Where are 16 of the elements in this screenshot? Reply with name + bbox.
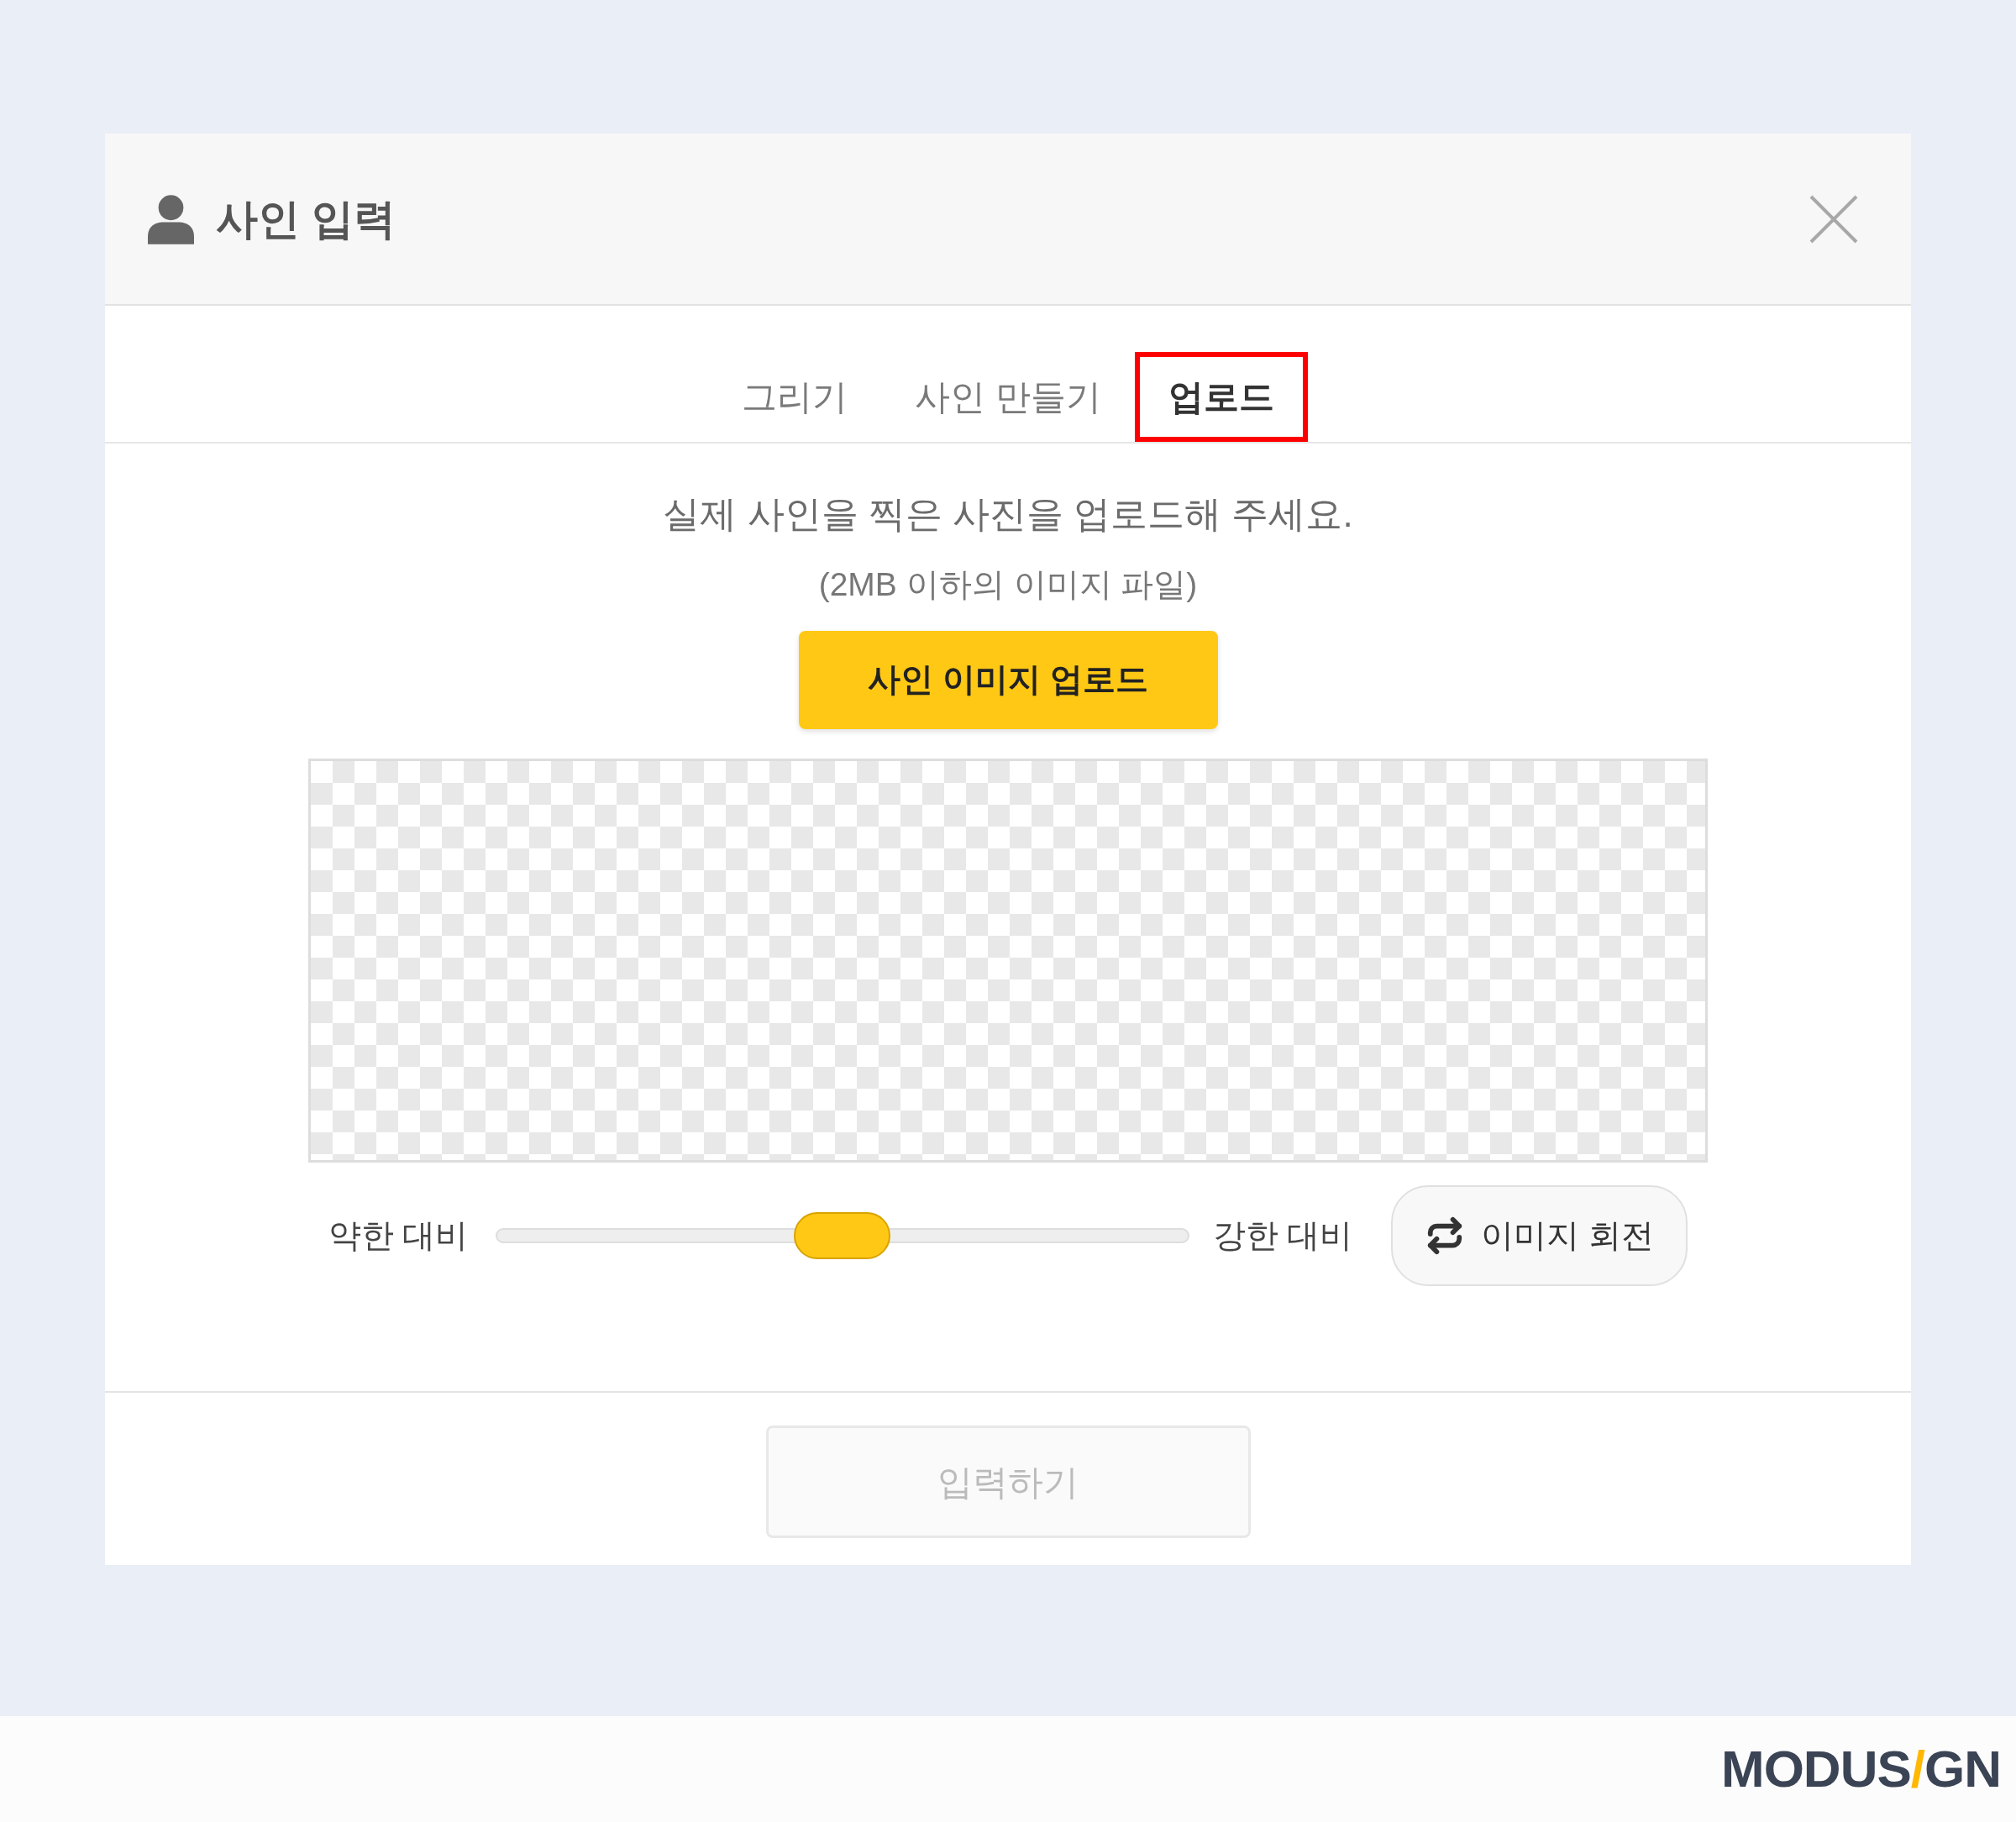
dialog-title: 사인 입력	[216, 194, 396, 244]
tab[interactable]: 사인 만들기	[881, 352, 1135, 442]
upload-instruction: 실제 사인을 찍은 사진을 업로드해 주세요.	[663, 492, 1353, 536]
weak-contrast-label: 약한 대비	[328, 1216, 469, 1255]
brand-logo: MODUS/GN	[1721, 1740, 2001, 1798]
tab[interactable]: 업로드	[1134, 352, 1308, 442]
upload-image-button[interactable]: 사인 이미지 업로드	[798, 631, 1218, 729]
person-icon	[148, 193, 194, 244]
strong-contrast-label: 강한 대비	[1212, 1216, 1353, 1255]
file-size-note: (2MB 이하의 이미지 파일)	[818, 565, 1198, 604]
rotate-image-button[interactable]: 이미지 회전	[1391, 1185, 1688, 1286]
contrast-slider[interactable]	[495, 1212, 1189, 1259]
close-button[interactable]	[1809, 193, 1859, 244]
close-icon	[1809, 194, 1858, 244]
tab[interactable]: 그리기	[708, 352, 882, 442]
slider-thumb[interactable]	[794, 1212, 890, 1259]
